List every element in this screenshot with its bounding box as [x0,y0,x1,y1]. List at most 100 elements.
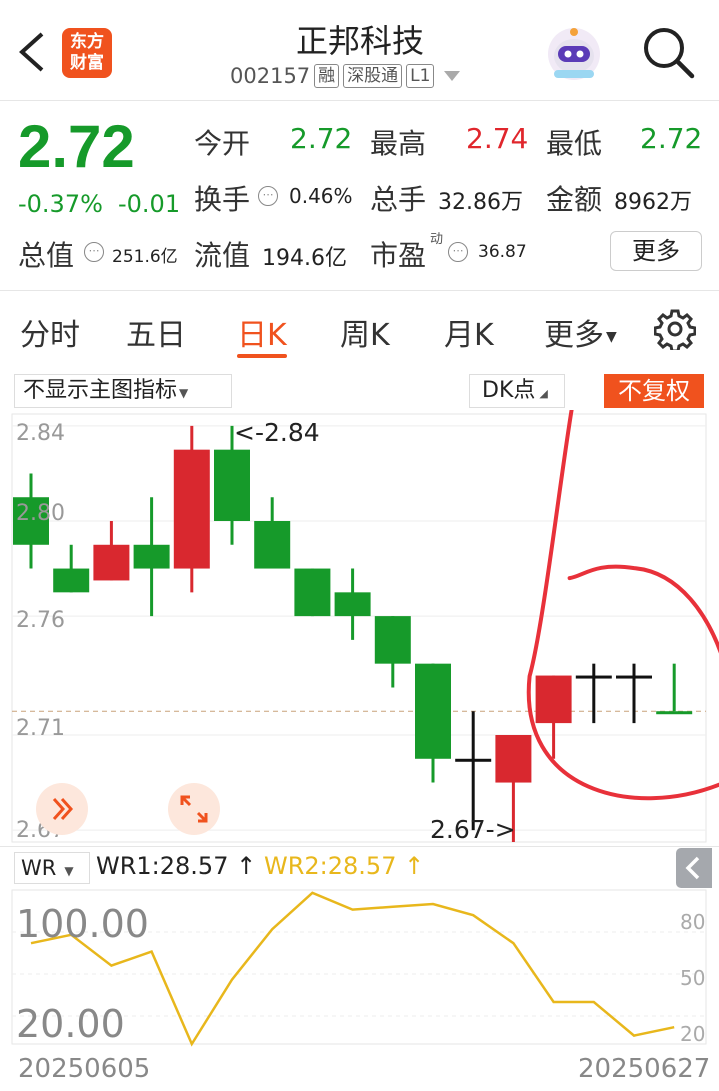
back-arrow-icon[interactable] [14,30,50,74]
divider [0,846,719,847]
margin-tag: 融 [314,64,340,88]
stock-code: 002157 [230,64,311,88]
candle-body [254,521,291,569]
y-tick-label: 2.76 [16,608,65,633]
fullscreen-icon [180,795,208,823]
candle-body [656,711,693,715]
corner-triangle-icon: ◢ [539,387,548,400]
candle-body [495,735,532,783]
chevron-down-icon: ▼ [179,386,189,400]
change-percent: -0.37% [18,190,103,218]
candle-body [93,544,130,581]
hand-drawn-annotation-circle [526,410,719,801]
candle-body [334,592,371,617]
tab-daily-k[interactable]: 日K [237,310,287,354]
candle-body [374,616,411,664]
chevron-down-icon: ▼ [64,864,74,878]
volume-label: 总手 [370,183,427,216]
candle-body [214,449,250,521]
chevron-down-icon [444,71,461,81]
app-logo: 东方 财富 [62,28,112,78]
high-label: 最高 [370,127,427,160]
divider [0,100,719,101]
tab-monthly-k[interactable]: 月K [444,310,494,354]
tab-five-day[interactable]: 五日 [126,310,186,354]
y-tick-label: 2.80 [16,501,65,526]
chart-frame [11,413,707,843]
wr-axis-label: 100.00 [16,902,149,946]
gear-icon[interactable] [654,308,696,350]
pe-dynamic-sup: 动 [430,232,444,247]
chevron-down-icon: ▼ [606,328,617,345]
main-indicator-select[interactable]: 不显示主图指标 ▼ [14,374,232,408]
candle-body [616,675,652,679]
collapse-panel-button[interactable] [676,848,712,888]
robot-assistant-icon[interactable] [546,24,602,82]
last-price: 2.72 [18,113,135,180]
x-start-date: 20250605 [18,1054,151,1084]
more-quote-button[interactable]: 更多 [610,231,702,271]
wr-axis-label: 20.00 [16,1002,125,1046]
tab-more[interactable]: 更多 ▼ [544,310,617,354]
volume-value: 32.86万 [438,190,523,215]
info-icon[interactable]: ⋯ [84,242,104,262]
up-arrow-icon: ↑ [404,852,425,880]
stock-code-row[interactable]: 002157 融 深股通 L1 [230,64,461,88]
open-value: 2.72 [290,122,353,155]
double-chevron-icon [52,797,74,821]
active-tab-indicator [237,354,287,358]
amount-label: 金额 [546,183,603,216]
dk-point-select[interactable]: DK点 ◢ [469,374,565,408]
min-price-label: 2.67-> [430,815,516,844]
low-label: 最低 [546,127,603,160]
candle-body [535,675,572,724]
sub-indicator-label: WR [21,856,57,880]
pe-value: 36.87 [478,242,527,262]
adjust-mode-button[interactable]: 不复权 [604,374,704,408]
high-value: 2.74 [466,122,529,155]
connect-tag: 深股通 [343,64,403,88]
info-icon[interactable]: ⋯ [258,186,278,206]
tab-more-label: 更多 [544,318,604,353]
tab-weekly-k[interactable]: 周K [340,310,390,354]
search-icon[interactable] [640,24,696,80]
amount-value: 8962万 [614,190,692,215]
change-value: -0.01 [118,190,181,218]
wr2-value: WR2:28.57 [264,852,397,880]
dk-point-label: DK点 [482,378,536,403]
low-value: 2.72 [640,122,703,155]
wr1-value: WR1:28.57 [96,852,229,880]
wr2-readout: WR2:28.57 ↑ [264,852,424,880]
market-cap-label: 总值 [18,239,75,272]
candle-body [575,675,612,679]
wr-axis-label: 50 [680,966,706,990]
candle-body [455,758,492,762]
wr1-readout: WR1:28.57 ↑ [96,852,256,880]
turnover-label: 换手 [194,183,251,216]
float-cap-label: 流值 [194,239,251,272]
candle-body [133,544,170,569]
market-cap-value: 251.6亿 [112,247,178,267]
y-tick-label: 2.84 [16,421,65,446]
wr-axis-label: 80 [680,910,706,934]
float-cap-value: 194.6亿 [262,246,347,271]
level-tag: L1 [406,64,435,88]
main-indicator-label: 不显示主图指标 [23,378,178,403]
expand-left-button[interactable] [36,783,88,835]
divider [0,290,719,291]
chevron-left-icon [685,856,700,880]
candle-body [173,449,210,569]
candle-body [294,568,331,617]
fullscreen-button[interactable] [168,783,220,835]
sub-indicator-select[interactable]: WR ▼ [14,852,90,884]
stock-name: 正邦科技 [295,22,424,60]
tab-intraday[interactable]: 分时 [20,310,80,354]
candle-body [53,568,90,593]
pe-label: 市盈 [370,239,427,272]
info-icon[interactable]: ⋯ [448,242,468,262]
candlestick-chart[interactable] [0,410,719,846]
turnover-value: 0.46% [289,184,353,208]
wr-axis-label: 20 [680,1022,706,1046]
x-end-date: 20250627 [578,1054,711,1084]
candle-body [415,663,451,759]
